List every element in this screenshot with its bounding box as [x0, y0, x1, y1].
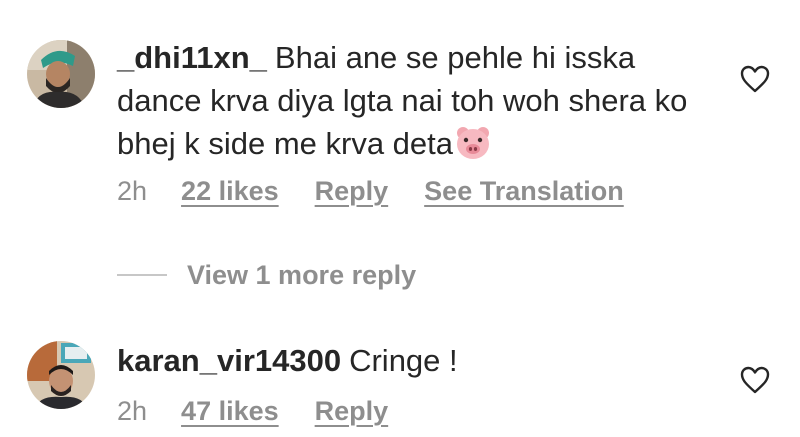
likes-count-link[interactable]: 22 likes — [181, 176, 279, 207]
avatar[interactable] — [27, 341, 95, 409]
like-heart-icon[interactable] — [740, 366, 770, 394]
likes-count-link[interactable]: 47 likes — [181, 396, 279, 427]
reply-button[interactable]: Reply — [315, 176, 389, 207]
reply-button[interactable]: Reply — [315, 396, 389, 427]
see-translation-button[interactable]: See Translation — [424, 176, 624, 207]
view-more-replies-label: View 1 more reply — [187, 259, 417, 290]
like-heart-icon[interactable] — [740, 65, 770, 93]
view-more-replies-button[interactable]: View 1 more reply — [117, 259, 416, 291]
comment-body: karan_vir14300 Cringe ! — [117, 339, 727, 382]
comment-meta: 2h 47 likes Reply — [117, 396, 424, 427]
comment-username[interactable]: karan_vir14300 — [117, 343, 341, 378]
comment-username[interactable]: _dhi11xn_ — [117, 40, 267, 75]
comment-timestamp: 2h — [117, 396, 148, 426]
avatar[interactable] — [27, 40, 95, 108]
pig-face-icon — [455, 126, 491, 171]
comment-text: Cringe ! — [349, 343, 458, 378]
replies-divider — [117, 274, 167, 276]
comment-timestamp: 2h — [117, 176, 148, 206]
comment-meta: 2h 22 likes Reply See Translation — [117, 176, 660, 207]
comment-body: _dhi11xn_ Bhai ane se pehle hi isska danc… — [117, 36, 727, 171]
